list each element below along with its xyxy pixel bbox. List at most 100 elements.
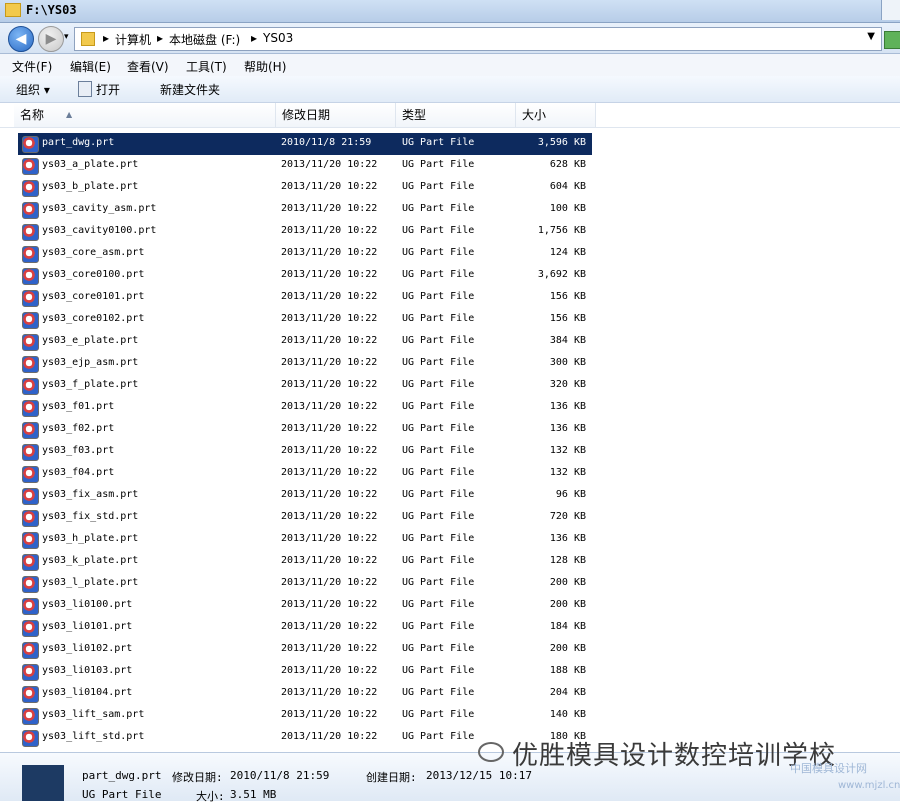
breadcrumb-drive[interactable]: 本地磁盘 (F:) [169,31,240,48]
file-date: 2013/11/20 10:22 [281,313,378,324]
back-button[interactable]: ◀ [8,26,34,52]
file-name: ys03_a_plate.prt [42,159,139,170]
file-date: 2010/11/8 21:59 [281,137,372,148]
crumb-separator-icon[interactable]: ▸ [103,31,109,45]
file-row[interactable]: ys03_core0101.prt 2013/11/20 10:22 UG Part… [18,287,592,309]
file-row[interactable]: ys03_e_plate.prt 2013/11/20 10:22 UG Part … [18,331,592,353]
recent-pages-chevron-icon[interactable]: ▾ [64,32,69,42]
column-name[interactable]: 名称 ▲ [14,103,276,127]
file-size: 628 KB [549,159,586,170]
file-row[interactable]: ys03_li0103.prt 2013/11/20 10:22 UG Part F… [18,661,592,683]
crumb-separator-icon[interactable]: ▸ [157,31,163,45]
refresh-icon[interactable] [884,31,900,49]
file-row[interactable]: ys03_b_plate.prt 2013/11/20 10:22 UG Part … [18,177,592,199]
file-row[interactable]: ys03_l_plate.prt 2013/11/20 10:22 UG Part … [18,573,592,595]
file-name: ys03_li0102.prt [42,643,133,654]
file-name: ys03_f04.prt [42,467,115,478]
open-icon [78,81,92,97]
address-bar[interactable]: ▸ 计算机 ▸ 本地磁盘 (F:) ▸ YS03 ▼ [74,27,882,51]
wechat-logo [478,742,504,762]
file-date: 2013/11/20 10:22 [281,511,378,522]
file-type: UG Part File [402,159,475,170]
file-row[interactable]: ys03_cavity_asm.prt 2013/11/20 10:22 UG Pa… [18,199,592,221]
file-type: UG Part File [402,357,475,368]
ug-part-file-icon [22,224,39,241]
menu-file[interactable]: 文件(F) [12,58,52,75]
file-row[interactable]: ys03_lift_std.prt 2013/11/20 10:22 UG Part… [18,727,592,747]
file-row[interactable]: ys03_f03.prt 2013/11/20 10:22 UG Part File… [18,441,592,463]
file-row[interactable]: ys03_k_plate.prt 2013/11/20 10:22 UG Part … [18,551,592,573]
file-type: UG Part File [402,489,475,500]
file-row[interactable]: ys03_core0100.prt 2013/11/20 10:22 UG Part… [18,265,592,287]
file-name: ys03_ejp_asm.prt [42,357,139,368]
file-date: 2013/11/20 10:22 [281,247,378,258]
file-row[interactable]: ys03_ejp_asm.prt 2013/11/20 10:22 UG Part … [18,353,592,375]
file-row[interactable]: ys03_li0104.prt 2013/11/20 10:22 UG Part F… [18,683,592,705]
open-button[interactable]: 打开 [96,81,120,98]
menu-view[interactable]: 查看(V) [127,58,169,75]
file-row[interactable]: ys03_f04.prt 2013/11/20 10:22 UG Part File… [18,463,592,485]
file-date: 2013/11/20 10:22 [281,269,378,280]
file-row[interactable]: ys03_cavity0100.prt 2013/11/20 10:22 UG Pa… [18,221,592,243]
ug-part-file-icon [22,642,39,659]
file-row[interactable]: ys03_f_plate.prt 2013/11/20 10:22 UG Part … [18,375,592,397]
file-row[interactable]: ys03_lift_sam.prt 2013/11/20 10:22 UG Part… [18,705,592,727]
organize-button[interactable]: 组织 ▾ [16,81,50,98]
file-type: UG Part File [402,687,475,698]
column-type[interactable]: 类型 [396,103,516,127]
file-size: 720 KB [549,511,586,522]
menu-help[interactable]: 帮助(H) [244,58,286,75]
file-name: ys03_f03.prt [42,445,115,456]
file-date: 2013/11/20 10:22 [281,225,378,236]
file-row[interactable]: ys03_f01.prt 2013/11/20 10:22 UG Part File… [18,397,592,419]
file-type: UG Part File [402,225,475,236]
file-row[interactable]: ys03_li0100.prt 2013/11/20 10:22 UG Part F… [18,595,592,617]
file-date: 2013/11/20 10:22 [281,687,378,698]
file-row[interactable]: ys03_li0101.prt 2013/11/20 10:22 UG Part F… [18,617,592,639]
file-size: 96 KB [555,489,586,500]
file-size: 132 KB [549,445,586,456]
file-row[interactable]: ys03_li0102.prt 2013/11/20 10:22 UG Part F… [18,639,592,661]
ug-part-file-icon [22,246,39,263]
crumb-separator-icon[interactable]: ▸ [251,31,257,45]
address-row: ◀ ▶ ▾ ▸ 计算机 ▸ 本地磁盘 (F:) ▸ YS03 ▼ [0,23,900,54]
window-control-button[interactable] [881,0,900,20]
file-name: ys03_core0101.prt [42,291,145,302]
address-dropdown-icon[interactable]: ▼ [867,31,875,42]
ug-part-file-icon [22,422,39,439]
file-name: ys03_core0100.prt [42,269,145,280]
folder-icon [5,3,21,17]
ug-part-file-icon [22,686,39,703]
column-date[interactable]: 修改日期 [276,103,396,127]
file-size: 132 KB [549,467,586,478]
file-name: part_dwg.prt [42,137,115,148]
ug-part-file-icon [22,532,39,549]
file-thumbnail [22,765,64,801]
file-row[interactable]: ys03_f02.prt 2013/11/20 10:22 UG Part File… [18,419,592,441]
new-folder-button[interactable]: 新建文件夹 [160,81,220,98]
file-row[interactable]: ys03_a_plate.prt 2013/11/20 10:22 UG Part … [18,155,592,177]
breadcrumb-computer[interactable]: 计算机 [115,31,151,48]
file-row[interactable]: ys03_core0102.prt 2013/11/20 10:22 UG Part… [18,309,592,331]
file-row[interactable]: part_dwg.prt 2010/11/8 21:59 UG Part File 3… [18,133,592,155]
sort-ascending-icon: ▲ [66,110,73,119]
file-type: UG Part File [402,181,475,192]
file-row[interactable]: ys03_core_asm.prt 2013/11/20 10:22 UG Part… [18,243,592,265]
file-row[interactable]: ys03_h_plate.prt 2013/11/20 10:22 UG Part … [18,529,592,551]
menu-edit[interactable]: 编辑(E) [70,58,111,75]
breadcrumb-folder[interactable]: YS03 [263,31,293,45]
window-title: F:\YS03 [26,3,77,17]
details-created-label: 创建日期: [366,771,417,784]
forward-button[interactable]: ▶ [38,26,64,52]
file-row[interactable]: ys03_fix_asm.prt 2013/11/20 10:22 UG Part … [18,485,592,507]
file-type: UG Part File [402,555,475,566]
details-modified-label: 修改日期: [172,771,223,784]
file-date: 2013/11/20 10:22 [281,181,378,192]
menu-tools[interactable]: 工具(T) [186,58,227,75]
column-size[interactable]: 大小 [516,103,596,127]
file-name: ys03_li0100.prt [42,599,133,610]
file-row[interactable]: ys03_fix_std.prt 2013/11/20 10:22 UG Part … [18,507,592,529]
file-type: UG Part File [402,137,475,148]
file-type: UG Part File [402,291,475,302]
file-date: 2013/11/20 10:22 [281,555,378,566]
